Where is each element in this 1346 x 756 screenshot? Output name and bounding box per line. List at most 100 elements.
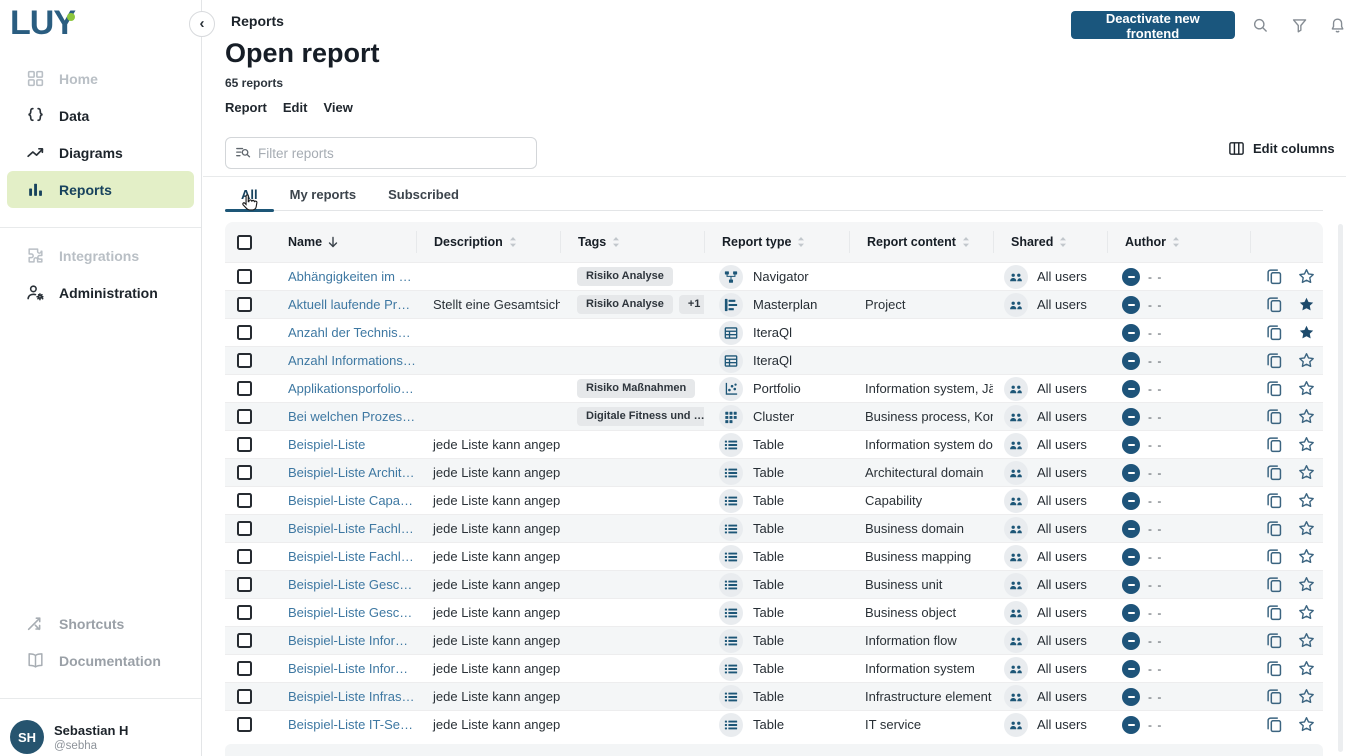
row-checkbox[interactable]	[237, 549, 252, 564]
report-name-link[interactable]: Abhängigkeiten im Kon…	[288, 269, 416, 284]
duplicate-report-icon[interactable]	[1266, 324, 1283, 341]
column-header-report-content[interactable]: Report content	[849, 231, 993, 253]
row-checkbox[interactable]	[237, 717, 252, 732]
column-header-shared[interactable]: Shared	[993, 231, 1107, 253]
deactivate-frontend-button[interactable]: Deactivate new frontend	[1071, 11, 1235, 39]
favorite-star-icon[interactable]	[1298, 604, 1315, 621]
duplicate-report-icon[interactable]	[1266, 268, 1283, 285]
duplicate-report-icon[interactable]	[1266, 632, 1283, 649]
favorite-star-icon[interactable]	[1298, 632, 1315, 649]
report-name-link[interactable]: Beispiel-Liste Architekt…	[288, 465, 416, 480]
edit-columns-button[interactable]: Edit columns	[1228, 140, 1335, 157]
row-checkbox[interactable]	[237, 577, 252, 592]
row-checkbox[interactable]	[237, 465, 252, 480]
favorite-star-icon[interactable]	[1298, 436, 1315, 453]
sidebar-item-reports[interactable]: Reports	[7, 171, 194, 208]
report-name-link[interactable]: Anzahl Informationssy…	[288, 353, 416, 368]
row-checkbox[interactable]	[237, 381, 252, 396]
tab-my-reports[interactable]: My reports	[274, 180, 372, 210]
favorite-star-icon[interactable]	[1298, 268, 1315, 285]
report-name-link[interactable]: Beispiel-Liste Capability	[288, 493, 416, 508]
favorite-star-icon[interactable]	[1298, 352, 1315, 369]
report-name-link[interactable]: Beispiel-Liste Fachlich…	[288, 521, 416, 536]
column-header-report-type[interactable]: Report type	[704, 231, 849, 253]
report-name-link[interactable]: Anzahl der Technische…	[288, 325, 416, 340]
duplicate-report-icon[interactable]	[1266, 408, 1283, 425]
sidebar-item-integrations[interactable]: Integrations	[7, 237, 194, 274]
duplicate-report-icon[interactable]	[1266, 436, 1283, 453]
user-card[interactable]: SH Sebastian H @sebha	[0, 708, 201, 754]
column-header-tags[interactable]: Tags	[560, 231, 704, 253]
column-header-author[interactable]: Author	[1107, 231, 1250, 253]
report-name-link[interactable]: Beispiel-Liste Geschäft…	[288, 577, 416, 592]
report-name-link[interactable]: Applikationsporfolio Ü…	[288, 381, 416, 396]
sidebar-item-administration[interactable]: Administration	[7, 274, 194, 311]
row-checkbox[interactable]	[237, 409, 252, 424]
favorite-star-icon[interactable]	[1298, 464, 1315, 481]
duplicate-report-icon[interactable]	[1266, 520, 1283, 537]
row-checkbox[interactable]	[237, 633, 252, 648]
select-all-checkbox[interactable]	[237, 235, 252, 250]
report-name-link[interactable]: Beispiel-Liste IT-Servic…	[288, 717, 416, 732]
report-name-link[interactable]: Aktuell laufende Projek…	[288, 297, 416, 312]
duplicate-report-icon[interactable]	[1266, 464, 1283, 481]
sidebar-collapse-button[interactable]: ‹	[189, 11, 215, 37]
column-header-name[interactable]: Name	[263, 231, 416, 253]
favorite-star-icon[interactable]	[1298, 716, 1315, 733]
row-checkbox[interactable]	[237, 325, 252, 340]
filter-reports-input[interactable]	[258, 146, 527, 161]
favorite-star-icon[interactable]	[1298, 380, 1315, 397]
sidebar-item-shortcuts[interactable]: Shortcuts	[7, 605, 194, 642]
row-checkbox[interactable]	[237, 689, 252, 704]
favorite-star-icon[interactable]	[1298, 576, 1315, 593]
favorite-star-icon[interactable]	[1298, 408, 1315, 425]
report-name-link[interactable]: Beispiel-Liste	[288, 437, 365, 452]
report-name-link[interactable]: Beispiel-Liste Infrastru…	[288, 689, 416, 704]
row-checkbox[interactable]	[237, 269, 252, 284]
duplicate-report-icon[interactable]	[1266, 716, 1283, 733]
row-checkbox[interactable]	[237, 661, 252, 676]
duplicate-report-icon[interactable]	[1266, 352, 1283, 369]
menu-edit[interactable]: Edit	[283, 100, 308, 115]
report-name-link[interactable]: Beispiel-Liste Fachlich…	[288, 549, 416, 564]
menu-view[interactable]: View	[323, 100, 352, 115]
duplicate-report-icon[interactable]	[1266, 296, 1283, 313]
favorite-star-icon[interactable]	[1298, 492, 1315, 509]
favorite-star-icon[interactable]	[1298, 324, 1315, 341]
search-icon[interactable]	[1252, 16, 1269, 35]
duplicate-report-icon[interactable]	[1266, 548, 1283, 565]
row-checkbox[interactable]	[237, 493, 252, 508]
duplicate-report-icon[interactable]	[1266, 576, 1283, 593]
sidebar-item-documentation[interactable]: Documentation	[7, 642, 194, 679]
report-name-link[interactable]: Bei welchen Prozessen…	[288, 409, 416, 424]
favorite-star-icon[interactable]	[1298, 660, 1315, 677]
duplicate-report-icon[interactable]	[1266, 604, 1283, 621]
tab-subscribed[interactable]: Subscribed	[372, 180, 475, 210]
tab-all[interactable]: All	[225, 180, 274, 210]
row-checkbox[interactable]	[237, 437, 252, 452]
report-name-link[interactable]: Beispiel-Liste Informati…	[288, 661, 416, 676]
duplicate-report-icon[interactable]	[1266, 380, 1283, 397]
notifications-bell-icon[interactable]	[1329, 16, 1346, 35]
filter-reports-box[interactable]	[225, 137, 537, 169]
report-name-link[interactable]: Beispiel-Liste Informati…	[288, 633, 416, 648]
sidebar-item-data[interactable]: Data	[7, 97, 194, 134]
sidebar-item-diagrams[interactable]: Diagrams	[7, 134, 194, 171]
favorite-star-icon[interactable]	[1298, 688, 1315, 705]
menu-report[interactable]: Report	[225, 100, 267, 115]
filter-icon[interactable]	[1291, 16, 1308, 35]
row-checkbox[interactable]	[237, 521, 252, 536]
row-checkbox[interactable]	[237, 605, 252, 620]
duplicate-report-icon[interactable]	[1266, 492, 1283, 509]
favorite-star-icon[interactable]	[1298, 520, 1315, 537]
row-checkbox[interactable]	[237, 353, 252, 368]
row-checkbox[interactable]	[237, 297, 252, 312]
column-header-description[interactable]: Description	[416, 231, 560, 253]
vertical-scrollbar[interactable]	[1338, 224, 1343, 752]
duplicate-report-icon[interactable]	[1266, 688, 1283, 705]
duplicate-report-icon[interactable]	[1266, 660, 1283, 677]
favorite-star-icon[interactable]	[1298, 548, 1315, 565]
sidebar-item-home[interactable]: Home	[7, 60, 194, 97]
report-name-link[interactable]: Beispiel-Liste Geschäft…	[288, 605, 416, 620]
favorite-star-icon[interactable]	[1298, 296, 1315, 313]
